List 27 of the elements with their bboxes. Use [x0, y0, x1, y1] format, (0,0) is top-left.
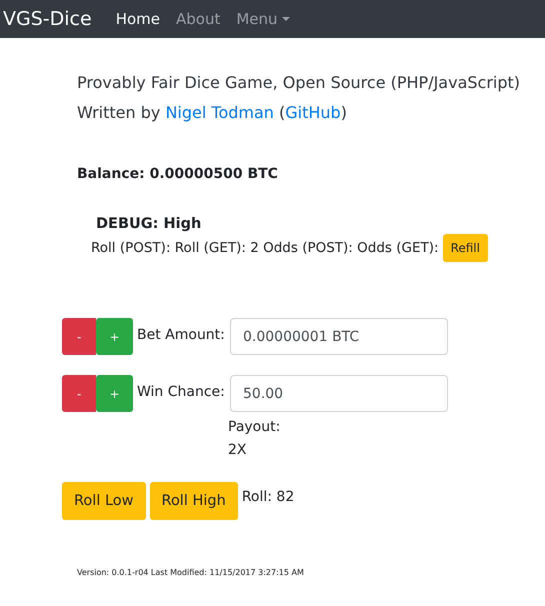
- debug-title: DEBUG: High: [95, 216, 202, 232]
- roll-result: Roll: 82: [242, 488, 294, 505]
- roll-button[interactable]: Roll Low: [62, 482, 146, 520]
- refill-button[interactable]: Refill: [442, 234, 488, 262]
- increase-button[interactable]: +: [96, 375, 133, 412]
- debug-text: Roll (POST): Roll (GET): 2 Odds (POST): Odds (GET):: [91, 240, 439, 256]
- caret-icon: [282, 17, 290, 21]
- author-link[interactable]: Nigel Todman: [165, 103, 274, 122]
- roll-button[interactable]: Roll High: [150, 482, 238, 520]
- author-line: Written by Nigel Todman (GitHub): [77, 102, 348, 124]
- input-field[interactable]: 50.00: [230, 375, 448, 412]
- menu-dropdown[interactable]: Menu: [236, 10, 290, 28]
- nav-link[interactable]: About: [176, 10, 220, 28]
- decrease-button[interactable]: -: [62, 318, 96, 355]
- field-label: Bet Amount:: [136, 326, 226, 343]
- brand-logo: VGS-Dice: [3, 8, 92, 30]
- payout-label: Payout:: [228, 418, 282, 437]
- field-label: Win Chance:: [136, 383, 226, 400]
- input-field[interactable]: 0.00000001 BTC: [230, 318, 448, 355]
- decrease-button[interactable]: -: [62, 375, 96, 412]
- intro-title: Provably Fair Dice Game, Open Source (PHP/JavaScript): [77, 72, 522, 94]
- version-footer: Version: 0.0.1-r04 Last Modified: 11/15/2017 3:27:15 AM: [62, 568, 545, 577]
- nav-link[interactable]: Home: [116, 10, 160, 28]
- github-link[interactable]: GitHub: [285, 103, 341, 122]
- balance-text: Balance: 0.00000500 BTC: [76, 166, 279, 182]
- increase-button[interactable]: +: [96, 318, 133, 355]
- payout-value: 2X: [228, 441, 248, 460]
